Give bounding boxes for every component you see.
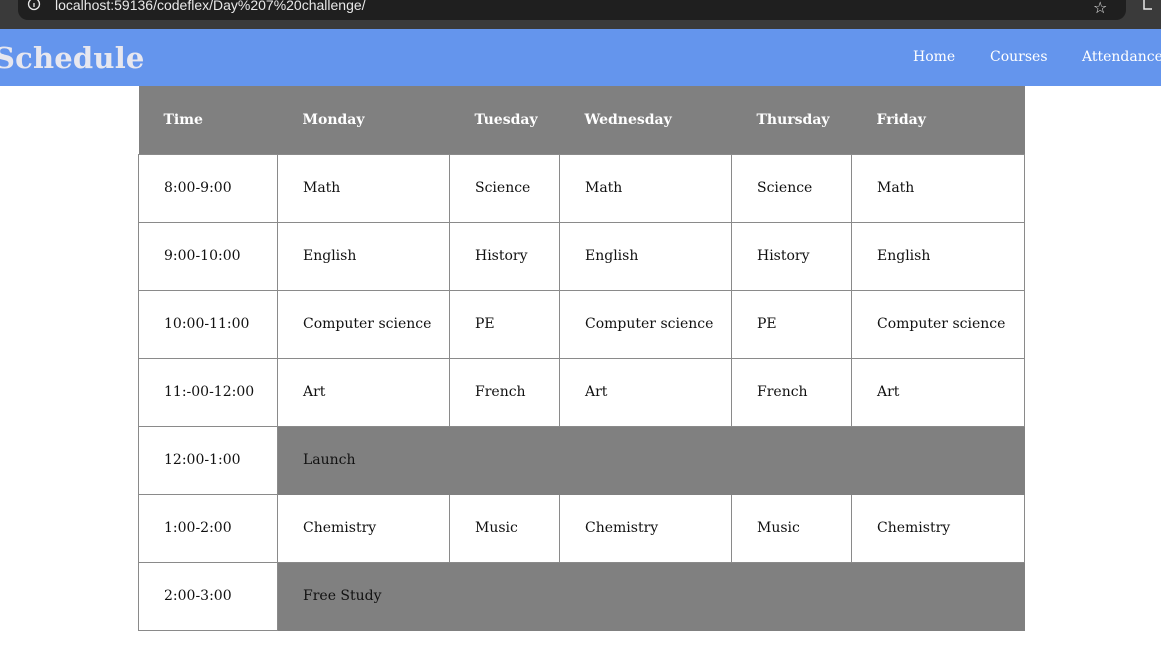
table-row: 12:00-1:00 Launch xyxy=(138,425,1025,495)
browser-toolbar: localhost:59136/codeflex/Day%207%20chall… xyxy=(0,0,1161,29)
column-header-monday: Monday xyxy=(277,86,450,154)
time-cell: 8:00-9:00 xyxy=(138,153,278,223)
column-header-time: Time xyxy=(138,86,278,154)
class-cell: Science xyxy=(449,153,560,223)
column-header-wednesday: Wednesday xyxy=(559,86,732,154)
class-cell: Science xyxy=(731,153,852,223)
time-cell: 9:00-10:00 xyxy=(138,221,278,291)
class-cell: PE xyxy=(449,289,560,359)
class-cell: Music xyxy=(731,493,852,563)
break-cell: Launch xyxy=(277,425,1025,495)
class-cell: PE xyxy=(731,289,852,359)
class-cell: Math xyxy=(559,153,732,223)
url-text[interactable]: localhost:59136/codeflex/Day%207%20chall… xyxy=(55,0,366,13)
class-cell: English xyxy=(851,221,1025,291)
table-row: 8:00-9:00 Math Science Math Science Math xyxy=(138,153,1025,223)
nav-attendance-link[interactable]: Attendance xyxy=(1082,49,1161,65)
class-cell: English xyxy=(277,221,450,291)
schedule-table: Time Monday Tuesday Wednesday Thursday Friday… xyxy=(138,86,1025,631)
break-cell: Free Study xyxy=(277,561,1025,631)
class-cell: Chemistry xyxy=(851,493,1025,563)
page-title: Schedule xyxy=(0,41,145,75)
time-cell: 10:00-11:00 xyxy=(138,289,278,359)
class-cell: Art xyxy=(851,357,1025,427)
time-cell: 12:00-1:00 xyxy=(138,425,278,495)
class-cell: Computer science xyxy=(851,289,1025,359)
table-row: 2:00-3:00 Free Study xyxy=(138,561,1025,631)
schedule-table-body: 8:00-9:00 Math Science Math Science Math 9:00-… xyxy=(138,153,1025,631)
class-cell: History xyxy=(731,221,852,291)
class-cell: French xyxy=(449,357,560,427)
site-header: Schedule Home Courses Attendance xyxy=(0,29,1161,86)
class-cell: Art xyxy=(559,357,732,427)
class-cell: Math xyxy=(277,153,450,223)
time-cell: 1:00-2:00 xyxy=(138,493,278,563)
table-row: 10:00-11:00 Computer science PE Computer sc… xyxy=(138,289,1025,359)
nav-courses-link[interactable]: Courses xyxy=(990,49,1048,65)
time-cell: 2:00-3:00 xyxy=(138,561,278,631)
class-cell: Chemistry xyxy=(559,493,732,563)
column-header-friday: Friday xyxy=(851,86,1025,154)
class-cell: Chemistry xyxy=(277,493,450,563)
schedule-table-head: Time Monday Tuesday Wednesday Thursday Friday xyxy=(138,86,1025,154)
extensions-icon[interactable] xyxy=(1142,0,1156,12)
class-cell: Computer science xyxy=(559,289,732,359)
column-header-thursday: Thursday xyxy=(731,86,852,154)
class-cell: Computer science xyxy=(277,289,450,359)
class-cell: Art xyxy=(277,357,450,427)
column-header-tuesday: Tuesday xyxy=(449,86,560,154)
class-cell: French xyxy=(731,357,852,427)
class-cell: Music xyxy=(449,493,560,563)
time-cell: 11:-00-12:00 xyxy=(138,357,278,427)
site-info-icon[interactable] xyxy=(27,0,41,14)
class-cell: History xyxy=(449,221,560,291)
header-row: Time Monday Tuesday Wednesday Thursday Friday xyxy=(138,86,1025,154)
table-row: 9:00-10:00 English History English History En… xyxy=(138,221,1025,291)
class-cell: English xyxy=(559,221,732,291)
nav-home-link[interactable]: Home xyxy=(913,49,955,65)
table-row: 1:00-2:00 Chemistry Music Chemistry Music Che… xyxy=(138,493,1025,563)
table-row: 11:-00-12:00 Art French Art French Art xyxy=(138,357,1025,427)
bookmark-star-icon[interactable]: ☆ xyxy=(1093,0,1107,17)
class-cell: Math xyxy=(851,153,1025,223)
